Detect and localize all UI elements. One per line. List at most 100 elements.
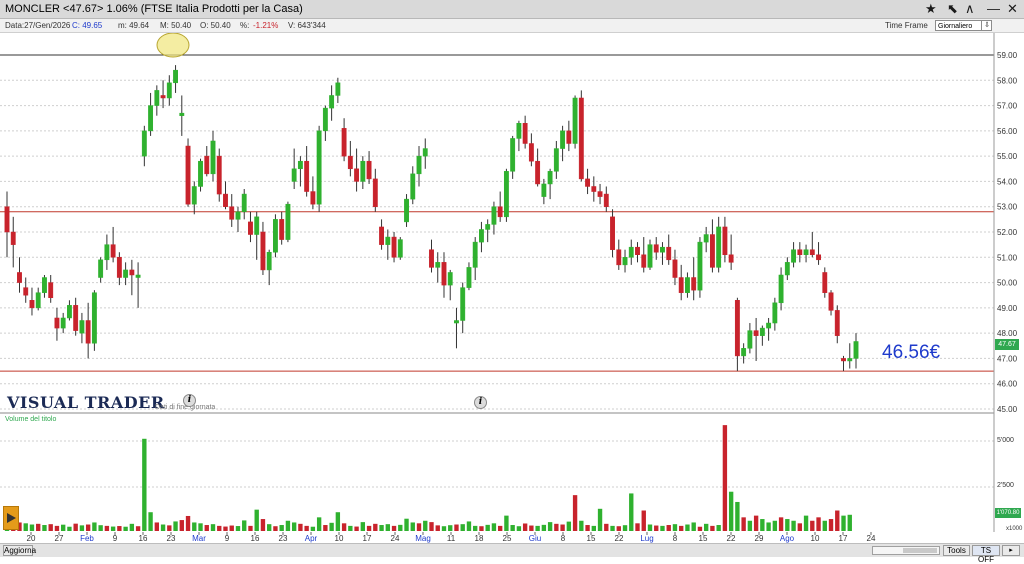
info-icon[interactable]: i [183,394,196,407]
y-tick-label: 55.00 [997,152,1018,161]
chevron-down-icon[interactable]: ⇩ [981,20,992,31]
x-tick-label: Mag [415,534,431,543]
volume-bar [672,524,678,531]
volume-bar [291,522,297,531]
volume-bar [772,520,778,531]
volume-bar [29,524,35,531]
chevron-up-icon[interactable]: ∧ [965,1,975,17]
volume-bar [154,522,160,531]
candle-body [578,97,584,180]
candle-body [135,274,141,278]
volume-bar [185,515,191,531]
volume-bar [697,526,703,531]
tools-button[interactable]: Tools [943,545,970,556]
x-tick-label: 22 [727,534,736,543]
volume-bar [348,525,353,531]
candle-body [491,206,497,225]
volume-bar [160,524,166,531]
candlestick-series [4,65,859,372]
candle-body [210,140,216,175]
y-tick-label: 46.00 [997,380,1018,389]
volume-unit: x1000 [1006,526,1023,532]
volume-bar [198,523,203,531]
candle-body [497,206,503,218]
candle-body [360,160,366,182]
candle-body [728,254,734,263]
volume-bar [679,525,684,531]
volume-bar [310,526,316,531]
candle-body [54,317,60,329]
y-tick-label: 52.00 [997,228,1018,237]
candle-body [329,95,335,109]
candle-body [154,90,160,106]
volume-bar [204,525,209,531]
candle-body [560,130,566,149]
y-tick-label: 48.00 [997,329,1018,338]
x-tick-label: 8 [673,534,678,543]
volume-bar [217,525,222,531]
candle-body [703,234,709,243]
candle-body [809,249,815,256]
x-tick-label: 20 [27,534,36,543]
candle-body [173,69,178,84]
x-tick-label: 24 [867,534,876,543]
volume-bar [123,526,128,531]
volume-bar [579,520,584,531]
volume-bar [847,514,852,531]
volume-bar [741,517,746,531]
scrollbar-thumb[interactable] [903,548,937,553]
candle-body [23,287,29,296]
horizontal-scrollbar[interactable] [872,546,940,555]
candle-body [85,320,91,344]
scroll-right-icon[interactable]: ▸ [1002,545,1020,556]
candle-body [460,287,466,321]
minimize-icon[interactable]: — [987,1,1000,17]
close-icon[interactable]: ✕ [1007,1,1018,17]
candle-body [435,262,441,268]
volume-bar [479,526,484,531]
candle-body [304,160,310,192]
x-tick-label: 27 [55,534,64,543]
candle-body [316,130,322,205]
volume-bar [747,520,753,531]
candle-body [48,282,54,298]
volume-bar [572,495,578,531]
ts-toggle-button[interactable]: TS OFF [972,545,1000,564]
volume-bar [23,523,28,531]
info-icon-2[interactable]: i [474,396,487,409]
candle-body [347,155,353,170]
candle-body [73,305,79,331]
candle-body [110,244,116,258]
volume-bar [435,525,440,531]
pct-label: %: [240,21,250,30]
volume-bar [341,523,347,531]
close-value: C: 49.65 [72,21,103,30]
expand-panel-button[interactable] [3,506,19,530]
candle-body [191,186,197,205]
candle-body [553,148,559,172]
candle-body [341,128,347,157]
volume-bar [73,523,78,531]
volume-bar [691,522,696,531]
candle-body [98,259,104,278]
volume-bar [535,525,540,531]
candle-body [660,246,665,253]
star-icon[interactable]: ★ [925,1,937,17]
y-tick-label: 56.00 [997,127,1018,136]
volume-bar [473,525,478,531]
volume-bar [635,523,640,531]
candle-body [766,322,772,329]
bottom-bar: Aggiorna Tools TS OFF ▸ [0,543,1024,564]
x-tick-label: 9 [225,534,230,543]
candle-body [822,272,828,293]
x-tick-label: 23 [167,534,176,543]
arrow-up-left-icon[interactable]: ⬉ [947,1,958,17]
refresh-button[interactable]: Aggiorna [3,545,36,556]
candle-body [66,305,72,319]
candle-body [510,138,516,172]
y-axis: 59.00 58.00 57.00 56.00 55.00 54.00 53.00 52.00… [997,51,1018,414]
x-tick-label: 10 [811,534,820,543]
volume-bar [522,523,528,531]
volume-bar [42,525,47,531]
volume-bar [36,523,41,531]
